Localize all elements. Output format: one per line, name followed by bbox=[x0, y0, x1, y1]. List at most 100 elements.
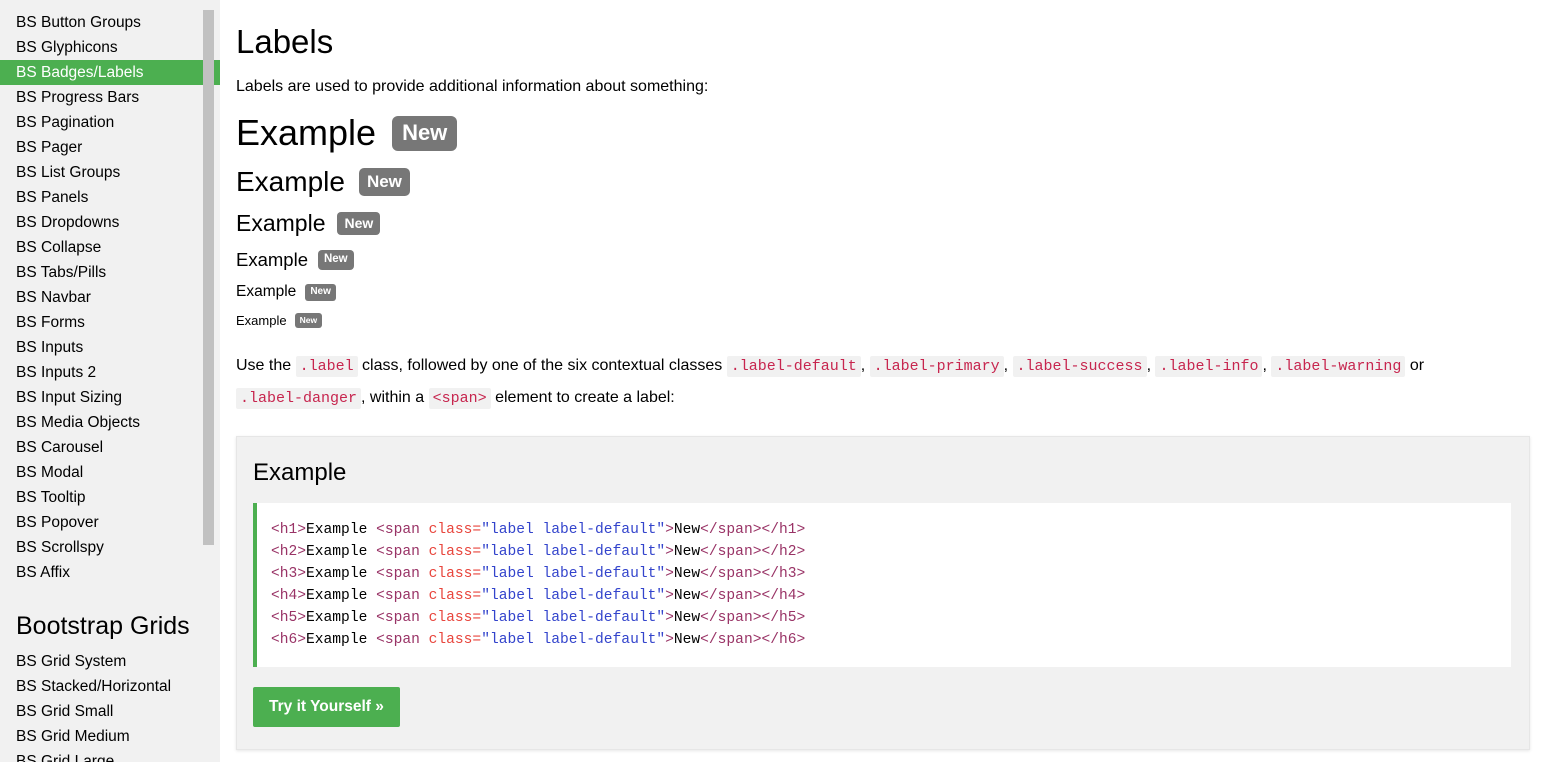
demo-heading-text: Example bbox=[236, 249, 308, 271]
code-label: .label bbox=[296, 356, 358, 377]
label-demo-row-h3: Example New bbox=[236, 210, 1530, 237]
code-line: <h1>Example <span class="label label-def… bbox=[271, 519, 1497, 541]
sidebar-item-bs-tabs-pills[interactable]: BS Tabs/Pills bbox=[0, 260, 220, 285]
label-demo-row-h6: Example New bbox=[236, 313, 1530, 328]
code-token-tag-open: <h6> bbox=[271, 632, 306, 648]
sidebar-item-bs-dropdowns[interactable]: BS Dropdowns bbox=[0, 210, 220, 235]
code-token-span-open: <span bbox=[376, 522, 429, 538]
usage-text-1: Use the bbox=[236, 357, 296, 374]
code-token-span-close: </span> bbox=[700, 610, 761, 626]
label-demo-row-h2: ExampleNew bbox=[236, 166, 1530, 198]
code-label-info: .label-info bbox=[1155, 356, 1262, 377]
usage-sep-2: , bbox=[1004, 357, 1013, 374]
code-token-text2: New bbox=[674, 588, 700, 604]
example-panel: Example <h1>Example <span class="label l… bbox=[236, 436, 1530, 750]
code-token-gt: > bbox=[665, 588, 674, 604]
sidebar-item-bs-inputs-2[interactable]: BS Inputs 2 bbox=[0, 360, 220, 385]
sidebar-item-bs-panels[interactable]: BS Panels bbox=[0, 185, 220, 210]
sidebar-item-bs-progress-bars[interactable]: BS Progress Bars bbox=[0, 85, 220, 110]
sidebar-item-bs-collapse[interactable]: BS Collapse bbox=[0, 235, 220, 260]
code-token-span-close: </span> bbox=[700, 632, 761, 648]
code-token-tag-open: <h2> bbox=[271, 544, 306, 560]
code-token-attr: class= bbox=[429, 522, 482, 538]
usage-paragraph: Use the .label class, followed by one of… bbox=[236, 350, 1506, 414]
code-token-text2: New bbox=[674, 544, 700, 560]
code-token-tag-open: <h3> bbox=[271, 566, 306, 582]
sidebar-item-bs-modal[interactable]: BS Modal bbox=[0, 460, 220, 485]
code-label-danger: .label-danger bbox=[236, 388, 361, 409]
sidebar-item-bs-popover[interactable]: BS Popover bbox=[0, 510, 220, 535]
label-demo-row-h1: Example New bbox=[236, 112, 1530, 154]
code-token-span-open: <span bbox=[376, 544, 429, 560]
code-label-warning: .label-warning bbox=[1271, 356, 1405, 377]
code-token-span-open: <span bbox=[376, 566, 429, 582]
code-token-span-open: <span bbox=[376, 588, 429, 604]
sidebar-item-bs-stacked-horizontal[interactable]: BS Stacked/Horizontal bbox=[0, 674, 220, 699]
try-it-yourself-button[interactable]: Try it Yourself » bbox=[253, 687, 400, 727]
code-token-text2: New bbox=[674, 522, 700, 538]
sidebar-item-bs-forms[interactable]: BS Forms bbox=[0, 310, 220, 335]
code-token-text2: New bbox=[674, 566, 700, 582]
usage-text-5: element to create a label: bbox=[491, 389, 675, 406]
sidebar-item-bs-list-groups[interactable]: BS List Groups bbox=[0, 160, 220, 185]
sidebar-scroll-content: BS Button GroupsBS GlyphiconsBS Badges/L… bbox=[0, 0, 220, 762]
main-content: Labels Labels are used to provide additi… bbox=[220, 0, 1562, 762]
demo-heading-text: Example bbox=[236, 313, 287, 328]
code-token-attr: class= bbox=[429, 610, 482, 626]
usage-text-3: or bbox=[1405, 357, 1424, 374]
sidebar-item-bs-grid-large[interactable]: BS Grid Large bbox=[0, 749, 220, 762]
code-token-tag-close: </h6> bbox=[761, 632, 805, 648]
code-token-text1: Example bbox=[306, 566, 376, 582]
code-label-success: .label-success bbox=[1013, 356, 1147, 377]
label-badge: New bbox=[295, 313, 322, 328]
code-token-span-open: <span bbox=[376, 632, 429, 648]
code-span-element: <span> bbox=[429, 388, 491, 409]
sidebar-item-bs-pagination[interactable]: BS Pagination bbox=[0, 110, 220, 135]
code-token-attr: class= bbox=[429, 544, 482, 560]
sidebar-item-bs-scrollspy[interactable]: BS Scrollspy bbox=[0, 535, 220, 560]
code-token-val: "label label-default" bbox=[481, 588, 665, 604]
sidebar-item-bs-carousel[interactable]: BS Carousel bbox=[0, 435, 220, 460]
sidebar-item-bs-grid-small[interactable]: BS Grid Small bbox=[0, 699, 220, 724]
code-token-text1: Example bbox=[306, 632, 376, 648]
code-token-gt: > bbox=[665, 610, 674, 626]
sidebar-item-bs-media-objects[interactable]: BS Media Objects bbox=[0, 410, 220, 435]
sidebar-item-bs-glyphicons[interactable]: BS Glyphicons bbox=[0, 35, 220, 60]
code-token-attr: class= bbox=[429, 588, 482, 604]
code-token-gt: > bbox=[665, 632, 674, 648]
label-badge: New bbox=[392, 116, 457, 151]
code-token-val: "label label-default" bbox=[481, 522, 665, 538]
sidebar-item-bs-badges-labels[interactable]: BS Badges/Labels bbox=[0, 60, 220, 85]
code-token-attr: class= bbox=[429, 632, 482, 648]
code-token-tag-close: </h4> bbox=[761, 588, 805, 604]
code-token-span-close: </span> bbox=[700, 522, 761, 538]
sidebar-section-heading: Bootstrap Grids bbox=[0, 611, 220, 641]
code-token-span-open: <span bbox=[376, 610, 429, 626]
sidebar-item-bs-grid-system[interactable]: BS Grid System bbox=[0, 649, 220, 674]
label-demo-row-h4: ExampleNew bbox=[236, 249, 1530, 271]
intro-paragraph: Labels are used to provide additional in… bbox=[236, 76, 1530, 98]
code-line: <h6>Example <span class="label label-def… bbox=[271, 629, 1497, 651]
sidebar-item-bs-inputs[interactable]: BS Inputs bbox=[0, 335, 220, 360]
code-token-span-close: </span> bbox=[700, 566, 761, 582]
label-badge: New bbox=[337, 212, 380, 235]
sidebar-item-bs-button-groups[interactable]: BS Button Groups bbox=[0, 10, 220, 35]
sidebar-scrollbar-thumb[interactable] bbox=[203, 10, 214, 545]
sidebar-item-bs-input-sizing[interactable]: BS Input Sizing bbox=[0, 385, 220, 410]
sidebar-item-bs-grid-medium[interactable]: BS Grid Medium bbox=[0, 724, 220, 749]
demo-heading-text: Example bbox=[236, 283, 296, 301]
code-token-tag-close: </h1> bbox=[761, 522, 805, 538]
demo-heading-text: Example bbox=[236, 112, 376, 154]
code-token-text1: Example bbox=[306, 544, 376, 560]
demo-heading-text: Example bbox=[236, 210, 325, 237]
sidebar-item-bs-tooltip[interactable]: BS Tooltip bbox=[0, 485, 220, 510]
code-token-tag-close: </h5> bbox=[761, 610, 805, 626]
sidebar-item-bs-pager[interactable]: BS Pager bbox=[0, 135, 220, 160]
code-line: <h3>Example <span class="label label-def… bbox=[271, 563, 1497, 585]
code-token-val: "label label-default" bbox=[481, 610, 665, 626]
code-token-val: "label label-default" bbox=[481, 566, 665, 582]
sidebar-item-bs-affix[interactable]: BS Affix bbox=[0, 560, 220, 585]
sidebar-item-bs-navbar[interactable]: BS Navbar bbox=[0, 285, 220, 310]
code-token-gt: > bbox=[665, 544, 674, 560]
demo-heading-text: Example bbox=[236, 166, 345, 198]
